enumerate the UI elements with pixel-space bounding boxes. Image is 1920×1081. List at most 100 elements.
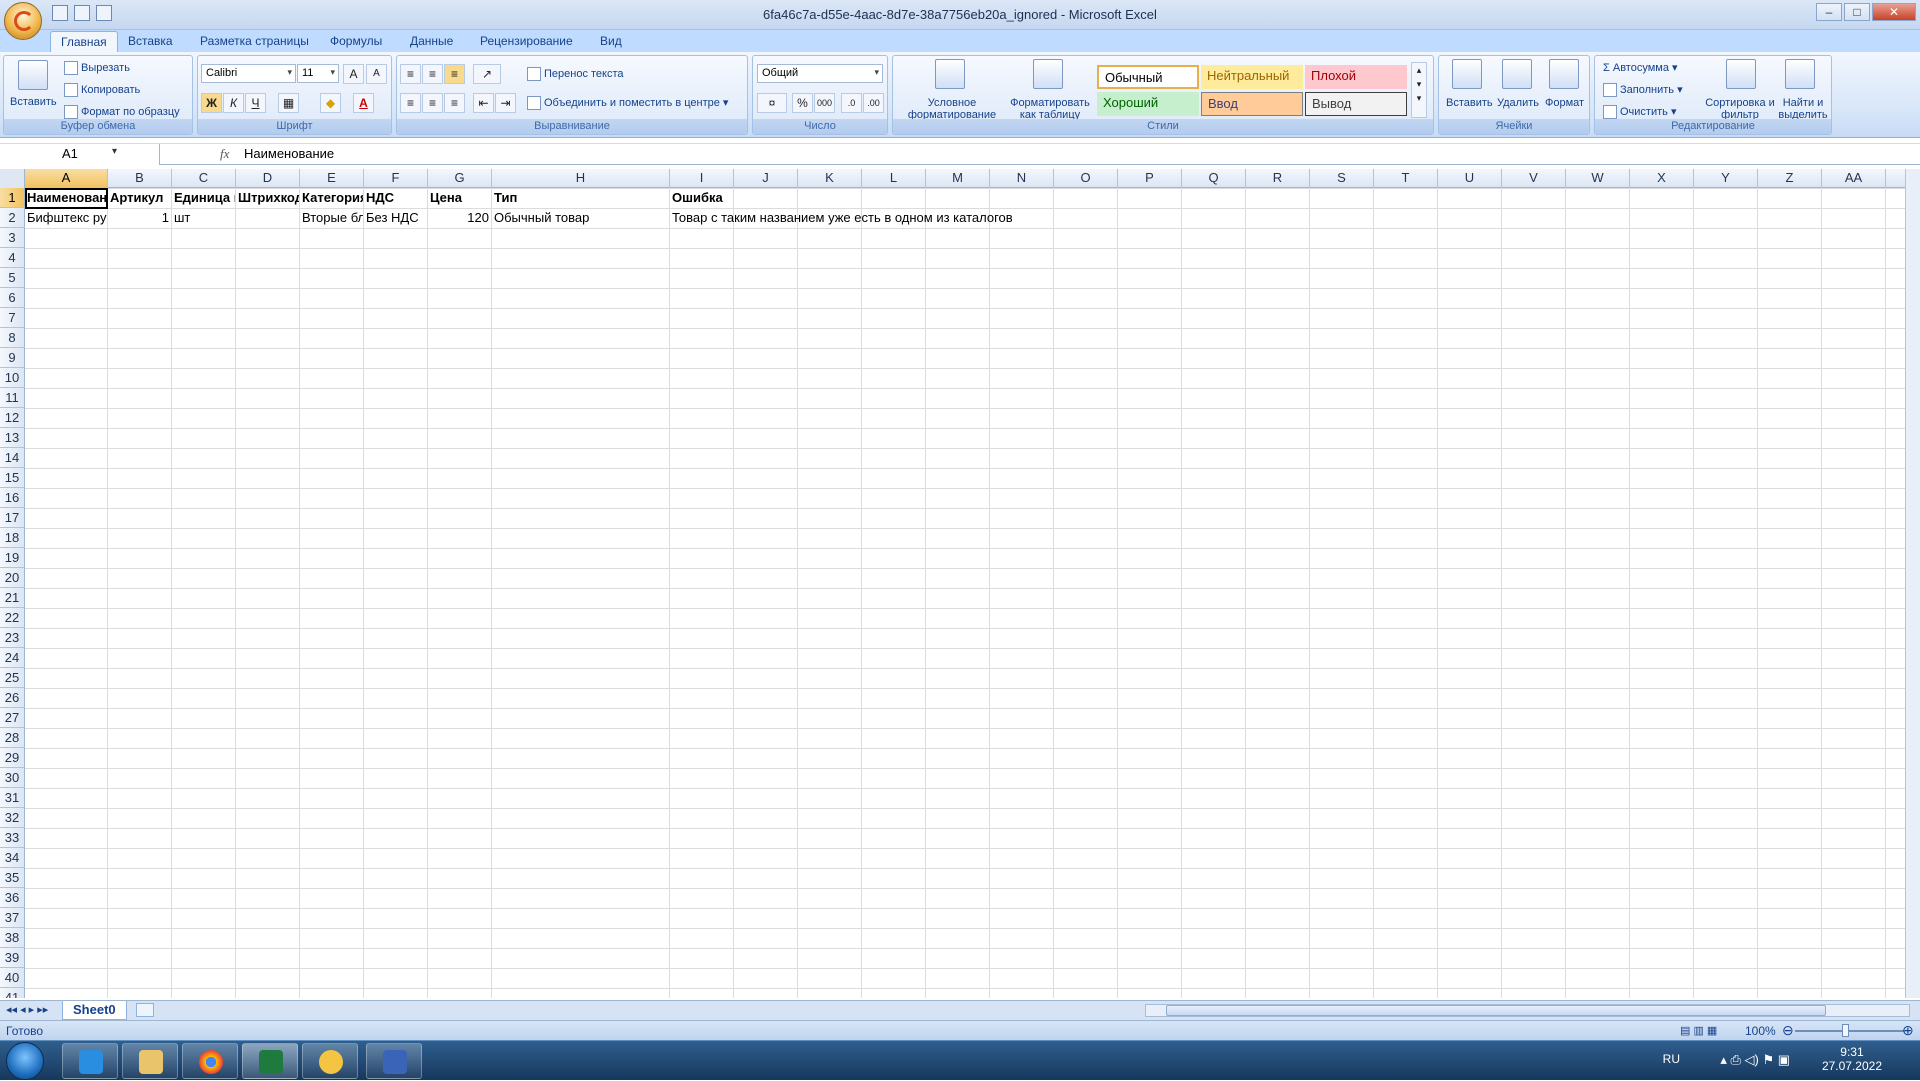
column-header[interactable]: T (1374, 169, 1438, 188)
row-header[interactable]: 13 (0, 428, 25, 448)
row-header[interactable]: 32 (0, 808, 25, 828)
font-color-icon[interactable]: A (353, 93, 374, 113)
conditional-formatting-button[interactable]: Условное форматирование (897, 97, 1007, 121)
language-indicator[interactable]: RU (1663, 1052, 1680, 1066)
align-left-icon[interactable]: ≡ (400, 93, 421, 113)
taskbar-app[interactable] (366, 1043, 422, 1079)
row-header[interactable]: 24 (0, 648, 25, 668)
increase-indent-icon[interactable]: ⇥ (495, 93, 516, 113)
zoom-slider-thumb[interactable] (1842, 1024, 1849, 1037)
percent-button[interactable]: % (792, 93, 813, 113)
row-header[interactable]: 30 (0, 768, 25, 788)
table-cell[interactable]: Без НДС (364, 208, 427, 228)
insert-cells-icon[interactable] (1452, 59, 1482, 89)
column-header[interactable]: F (364, 169, 428, 188)
decrease-decimal-icon[interactable]: .00 (863, 93, 884, 113)
header-cell[interactable]: Цена (428, 188, 491, 208)
copy-button[interactable]: Копировать (64, 83, 140, 97)
fill-color-icon[interactable]: ◆ (320, 93, 341, 113)
row-header[interactable]: 17 (0, 508, 25, 528)
tab-view[interactable]: Вид (590, 31, 632, 52)
row-header[interactable]: 11 (0, 388, 25, 408)
table-cell[interactable]: шт (172, 208, 235, 228)
paste-icon[interactable] (18, 60, 48, 90)
style-good[interactable]: Хороший (1097, 92, 1199, 116)
horizontal-scrollbar[interactable] (1145, 1004, 1910, 1017)
tab-page-layout[interactable]: Разметка страницы (190, 31, 319, 52)
style-normal[interactable]: Обычный (1097, 65, 1199, 89)
zoom-level[interactable]: 100% (1745, 1024, 1776, 1038)
column-header[interactable]: Y (1694, 169, 1758, 188)
column-header[interactable]: E (300, 169, 364, 188)
row-header[interactable]: 33 (0, 828, 25, 848)
thousands-button[interactable]: 000 (814, 93, 835, 113)
column-header[interactable]: L (862, 169, 926, 188)
row-header[interactable]: 14 (0, 448, 25, 468)
orientation-icon[interactable]: ↗ (473, 64, 501, 84)
column-header[interactable]: C (172, 169, 236, 188)
cell-grid[interactable]: НаименованиеАртикулЕдиница измеренияШтри… (25, 188, 1905, 998)
row-header[interactable]: 8 (0, 328, 25, 348)
close-button[interactable]: ✕ (1872, 3, 1916, 21)
style-output[interactable]: Вывод (1305, 92, 1407, 116)
format-cells-button[interactable]: Формат (1545, 97, 1584, 109)
style-neutral[interactable]: Нейтральный (1201, 65, 1303, 89)
view-mode-icons[interactable]: ▤ ▥ ▦ (1680, 1024, 1717, 1037)
header-cell[interactable]: Единица измерения (172, 188, 235, 208)
delete-cells-button[interactable]: Удалить (1497, 97, 1539, 109)
tab-data[interactable]: Данные (400, 31, 463, 52)
header-cell[interactable]: Тип (492, 188, 669, 208)
zoom-out-icon[interactable]: ⊖ (1782, 1022, 1794, 1039)
format-as-table-button[interactable]: Форматировать как таблицу (1003, 97, 1097, 121)
table-cell[interactable]: Обычный товар (492, 208, 669, 228)
align-center-icon[interactable]: ≡ (422, 93, 443, 113)
column-header[interactable]: U (1438, 169, 1502, 188)
decrease-indent-icon[interactable]: ⇤ (473, 93, 494, 113)
taskbar-ie[interactable] (62, 1043, 118, 1079)
header-cell[interactable]: Ошибка (670, 188, 1170, 208)
table-cell[interactable]: 120 (428, 208, 491, 228)
column-header[interactable]: M (926, 169, 990, 188)
conditional-formatting-icon[interactable] (935, 59, 965, 89)
column-header[interactable]: Z (1758, 169, 1822, 188)
find-select-button[interactable]: Найти и выделить (1775, 97, 1831, 121)
format-painter-button[interactable]: Формат по образцу (64, 105, 180, 119)
tab-insert[interactable]: Вставка (118, 31, 183, 52)
currency-format-icon[interactable]: ¤ (757, 93, 787, 113)
row-header[interactable]: 3 (0, 228, 25, 248)
column-header[interactable]: V (1502, 169, 1566, 188)
row-header[interactable]: 27 (0, 708, 25, 728)
column-header[interactable]: X (1630, 169, 1694, 188)
bold-button[interactable]: Ж (201, 93, 222, 113)
paste-button[interactable]: Вставить (10, 96, 57, 108)
font-size-select[interactable]: 11 (297, 64, 339, 83)
header-cell[interactable]: Артикул (108, 188, 171, 208)
row-header[interactable]: 21 (0, 588, 25, 608)
column-header[interactable]: Q (1182, 169, 1246, 188)
column-header[interactable]: J (734, 169, 798, 188)
table-cell[interactable]: Бифштекс рубленый (25, 208, 107, 228)
row-header[interactable]: 6 (0, 288, 25, 308)
taskbar-1c[interactable] (302, 1043, 358, 1079)
row-header[interactable]: 16 (0, 488, 25, 508)
column-header[interactable]: A (25, 169, 108, 188)
minimize-button[interactable]: – (1816, 3, 1842, 21)
tray-icons[interactable]: ▴ ⎙ ◁) ⚑ ▣ (1720, 1052, 1790, 1068)
maximize-button[interactable]: □ (1844, 3, 1870, 21)
worksheet[interactable]: A B C D E F G H I J K L M N O P Q R S T U V W X Y Z AA 1 2 3 4 5 6 7 8 9 10… (0, 169, 1905, 998)
column-header[interactable]: AA (1822, 169, 1886, 188)
borders-icon[interactable]: ▦ (278, 93, 299, 113)
zoom-in-icon[interactable]: ⊕ (1902, 1022, 1914, 1039)
header-cell[interactable]: НДС (364, 188, 427, 208)
column-header[interactable]: K (798, 169, 862, 188)
align-middle-icon[interactable]: ≡ (422, 64, 443, 84)
style-bad[interactable]: Плохой (1305, 65, 1407, 89)
column-header[interactable]: B (108, 169, 172, 188)
row-header[interactable]: 1 (0, 188, 25, 208)
row-header[interactable]: 12 (0, 408, 25, 428)
row-header[interactable]: 35 (0, 868, 25, 888)
row-header[interactable]: 39 (0, 948, 25, 968)
row-header[interactable]: 23 (0, 628, 25, 648)
styles-more-icon[interactable]: ▴ ▾ ▾ (1411, 62, 1427, 118)
tab-home[interactable]: Главная (50, 31, 118, 52)
